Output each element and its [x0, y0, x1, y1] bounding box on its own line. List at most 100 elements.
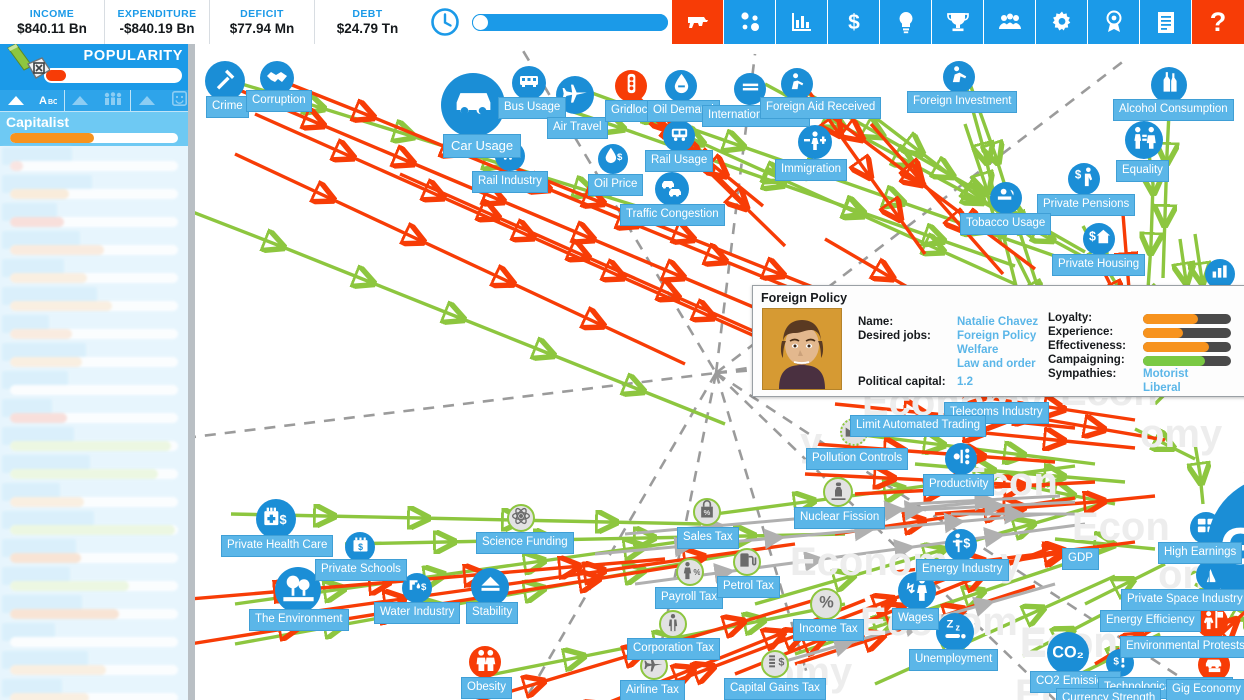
clock-icon[interactable]	[430, 7, 460, 37]
sort-by-mood[interactable]	[131, 90, 195, 112]
group-row[interactable]	[0, 426, 195, 454]
node-icon-corporation-tax[interactable]	[659, 610, 687, 638]
node-label-nuclear-fission[interactable]: Nuclear Fission	[794, 507, 886, 529]
node-label-capital-gains-tax[interactable]: Capital Gains Tax	[724, 678, 826, 700]
node-icon-private-schools[interactable]: $	[345, 532, 375, 562]
node-icon-gridlock[interactable]	[615, 70, 647, 102]
node-label-gig-economy[interactable]: Gig Economy	[1166, 679, 1244, 700]
alpha-sort-icon[interactable]: A BC	[39, 92, 58, 110]
node-label-bus-usage[interactable]: Bus Usage	[498, 97, 567, 119]
tab-situations[interactable]	[724, 0, 776, 44]
group-row[interactable]	[0, 650, 195, 678]
node-icon-car-usage[interactable]	[441, 73, 505, 137]
node-icon-alcohol-consumption[interactable]	[1151, 67, 1187, 103]
node-label-payroll-tax[interactable]: Payroll Tax	[655, 587, 724, 609]
node-icon-science-funding[interactable]	[507, 504, 535, 532]
node-label-stability[interactable]: Stability	[466, 602, 519, 624]
node-label-rail-usage[interactable]: Rail Usage	[645, 150, 714, 172]
group-row-capitalist[interactable]: Capitalist	[0, 112, 195, 146]
node-icon-tobacco-usage[interactable]	[990, 182, 1022, 214]
node-icon-unemployment[interactable]: Zz	[936, 613, 974, 651]
node-label-unemployment[interactable]: Unemployment	[909, 649, 999, 671]
node-icon-private-pensions[interactable]: $	[1068, 163, 1100, 195]
node-label-car-usage[interactable]: Car Usage	[443, 134, 522, 158]
node-label-private-pensions[interactable]: Private Pensions	[1037, 194, 1136, 216]
voters-group-icon[interactable]	[103, 91, 123, 110]
node-icon-sales-tax[interactable]: %	[693, 498, 721, 526]
node-label-energy-industry[interactable]: Energy Industry	[916, 559, 1009, 581]
group-list[interactable]	[0, 146, 195, 700]
node-icon-rail-usage[interactable]	[663, 120, 695, 152]
group-row[interactable]	[0, 146, 195, 174]
node-label-environmental-protests[interactable]: Environmental Protests	[1120, 636, 1244, 658]
node-label-the-environment[interactable]: The Environment	[249, 609, 349, 631]
group-row[interactable]	[0, 258, 195, 286]
tab-achievements[interactable]	[932, 0, 984, 44]
node-label-wages[interactable]: Wages	[892, 608, 940, 630]
node-icon-obesity[interactable]	[469, 646, 501, 678]
node-label-traffic-congestion[interactable]: Traffic Congestion	[620, 204, 725, 226]
group-row[interactable]	[0, 286, 195, 314]
node-icon-oil-demand[interactable]	[665, 70, 697, 102]
node-label-immigration[interactable]: Immigration	[775, 159, 848, 181]
node-icon-foreign-investment[interactable]	[943, 61, 975, 93]
node-icon-capital-gains-tax[interactable]: $	[761, 650, 789, 678]
tab-finance[interactable]: $	[828, 0, 880, 44]
node-label-oil-price[interactable]: Oil Price	[588, 174, 644, 196]
sort-by-name[interactable]: A BC	[0, 89, 66, 112]
tab-elections[interactable]	[1088, 0, 1140, 44]
tab-policy-ideas[interactable]	[880, 0, 932, 44]
node-icon-private-health-care[interactable]: $	[256, 499, 296, 539]
tab-options[interactable]	[1036, 0, 1088, 44]
group-row[interactable]	[0, 342, 195, 370]
minister-info-card[interactable]: Foreign Policy Name: Natalie Chavez Desire…	[752, 285, 1244, 397]
node-label-private-housing[interactable]: Private Housing	[1052, 254, 1146, 276]
node-icon-traffic-congestion[interactable]	[655, 172, 689, 206]
triangle-up-icon[interactable]	[7, 92, 24, 110]
node-label-air-travel[interactable]: Air Travel	[547, 117, 608, 139]
node-icon-stability[interactable]	[471, 568, 509, 606]
node-label-pollution-controls[interactable]: Pollution Controls	[806, 448, 909, 470]
node-label-corruption[interactable]: Corruption	[246, 90, 312, 112]
node-label-foreign-investment[interactable]: Foreign Investment	[907, 91, 1018, 113]
group-row[interactable]	[0, 594, 195, 622]
node-label-obesity[interactable]: Obesity	[461, 677, 512, 699]
group-row[interactable]	[0, 538, 195, 566]
node-label-water-industry[interactable]: Water Industry	[374, 602, 461, 624]
tab-voters[interactable]	[984, 0, 1036, 44]
node-icon-foreign-aid-received[interactable]	[781, 68, 813, 100]
node-label-foreign-aid-received[interactable]: Foreign Aid Received	[760, 97, 882, 119]
group-row[interactable]	[0, 174, 195, 202]
group-row[interactable]	[0, 314, 195, 342]
node-label-currency-strength[interactable]: Currency Strength	[1056, 688, 1162, 700]
triangle-up-icon[interactable]	[138, 92, 155, 110]
node-icon-petrol-tax[interactable]	[733, 548, 761, 576]
node-label-energy-efficiency[interactable]: Energy Efficiency	[1100, 610, 1201, 632]
group-row[interactable]	[0, 230, 195, 258]
speed-slider-knob[interactable]	[473, 14, 488, 30]
group-row[interactable]	[0, 482, 195, 510]
node-icon-co2-emissions[interactable]: CO₂	[1047, 632, 1089, 674]
node-label-gdp-node[interactable]: GDP	[1062, 548, 1099, 570]
node-icon-payroll-tax[interactable]: %	[676, 558, 704, 586]
tab-crime-terror[interactable]	[672, 0, 724, 44]
node-label-alcohol-consumption[interactable]: Alcohol Consumption	[1113, 99, 1234, 121]
group-row[interactable]	[0, 678, 195, 700]
node-label-productivity[interactable]: Productivity	[923, 474, 995, 496]
node-icon-immigration[interactable]	[798, 125, 832, 159]
node-label-private-space-industry[interactable]: Private Space Industry	[1121, 589, 1244, 611]
node-label-rail-industry[interactable]: Rail Industry	[472, 171, 548, 193]
node-label-airline-tax[interactable]: Airline Tax	[620, 680, 685, 700]
node-icon-productivity[interactable]	[945, 443, 977, 475]
node-label-corporation-tax[interactable]: Corporation Tax	[627, 638, 720, 660]
node-label-sales-tax[interactable]: Sales Tax	[677, 527, 739, 549]
group-row[interactable]	[0, 370, 195, 398]
node-label-equality[interactable]: Equality	[1116, 160, 1169, 182]
node-label-crime[interactable]: Crime	[206, 96, 249, 118]
tab-help[interactable]: ?	[1192, 0, 1244, 44]
group-row[interactable]	[0, 566, 195, 594]
node-icon-energy-industry[interactable]: $	[945, 529, 977, 561]
node-icon-nuclear-fission[interactable]	[823, 477, 853, 507]
game-speed-slider[interactable]	[472, 13, 668, 31]
triangle-up-icon[interactable]	[72, 92, 89, 110]
